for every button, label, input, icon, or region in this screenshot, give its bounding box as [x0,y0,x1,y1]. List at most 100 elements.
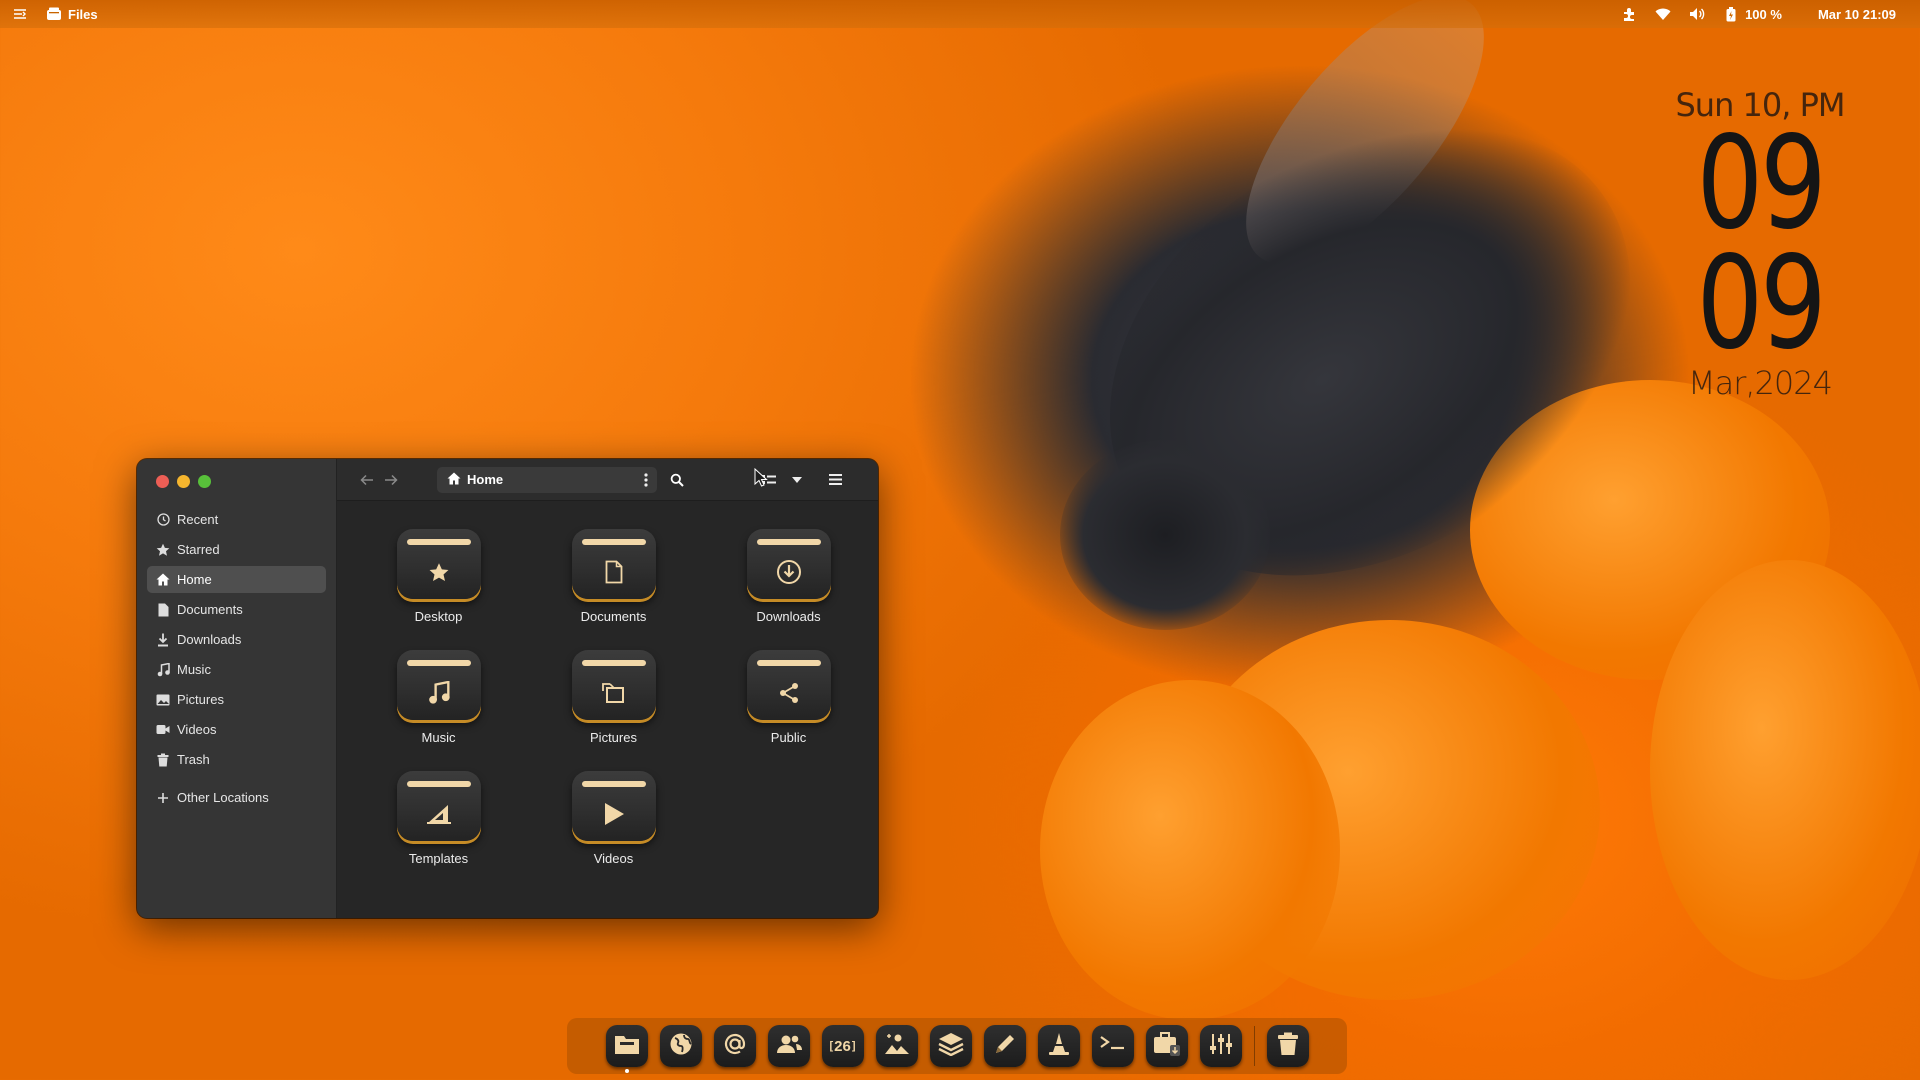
sidebar-item-home[interactable]: Home [147,566,326,593]
sidebar-item-label: Music [177,662,211,677]
folder-videos[interactable]: Videos [526,771,701,866]
sidebar-item-downloads[interactable]: Downloads [147,626,326,653]
dock-media-player[interactable] [1037,1025,1080,1067]
sidebar-item-pictures[interactable]: Pictures [147,686,326,713]
star-icon [156,543,170,557]
top-panel: Files 100 % Mar 10 21:09 [0,0,1920,28]
layers-icon [937,1032,964,1060]
sidebar-item-recent[interactable]: Recent [147,506,326,533]
folder-icon [614,1033,640,1059]
dock: [ 26 ] [567,1018,1347,1074]
dock-installer[interactable] [1145,1025,1188,1067]
dock-software[interactable] [929,1025,972,1067]
folder-label: Documents [580,609,647,624]
dock-terminal[interactable] [1091,1025,1134,1067]
cone-icon [1047,1032,1071,1060]
clock-hour: 09 [1696,109,1827,258]
calendar-date: 26 [834,1037,851,1055]
battery-icon [1723,6,1739,22]
briefcase-icon [1153,1031,1181,1061]
search-button[interactable] [663,467,691,493]
pencil-icon [993,1032,1017,1060]
document-icon [156,603,170,617]
volume-icon[interactable] [1689,6,1705,22]
path-bar[interactable]: Home [437,466,657,493]
search-icon [670,473,684,487]
window-controls [137,471,336,491]
extension-icon[interactable] [1621,6,1637,22]
folder-documents[interactable]: Documents [526,529,701,624]
dock-trash[interactable] [1266,1025,1309,1067]
sidebar-item-label: Starred [177,542,220,557]
sidebar-item-trash[interactable]: Trash [147,746,326,773]
dock-photos[interactable] [875,1025,918,1067]
wifi-icon[interactable] [1655,6,1671,22]
star-icon [397,553,481,591]
folder-label: Downloads [756,609,821,624]
close-button[interactable] [156,474,169,488]
folder-label: Videos [593,851,634,866]
download-icon [747,553,831,591]
share-icon [747,674,831,712]
battery-percent: 100 % [1745,6,1782,22]
music-icon [397,674,481,712]
path-menu-button[interactable] [635,472,657,487]
dock-contacts[interactable] [767,1025,810,1067]
minimize-button[interactable] [177,474,190,488]
folder-label: Desktop [414,609,463,624]
dock-separator [1253,1026,1255,1066]
dock-settings[interactable] [1199,1025,1242,1067]
folder-pictures[interactable]: Pictures [526,650,701,745]
at-sign-icon [722,1031,748,1061]
sliders-icon [1209,1032,1233,1060]
sidebar-item-label: Pictures [177,692,224,707]
dock-text-editor[interactable] [983,1025,1026,1067]
folder-desktop[interactable]: Desktop [351,529,526,624]
forward-button[interactable] [379,468,403,492]
app-name: Files [68,6,98,22]
dock-browser[interactable] [659,1025,702,1067]
picture-icon [572,674,656,712]
folder-public[interactable]: Public [701,650,876,745]
sidebar-item-label: Downloads [177,632,242,647]
view-options-button[interactable] [783,467,811,493]
path-current: Home [467,472,504,487]
dock-files[interactable] [605,1025,648,1073]
play-icon [572,795,656,833]
running-indicator [624,1069,629,1073]
arrow-left-icon [360,474,373,485]
maximize-button[interactable] [198,474,211,488]
picture-icon [156,693,170,707]
panel-clock[interactable]: Mar 10 21:09 [1818,7,1896,22]
folder-label: Pictures [590,730,637,745]
dock-mail[interactable] [713,1025,756,1067]
battery-indicator[interactable]: 100 % [1723,6,1782,22]
document-icon [572,553,656,591]
folder-downloads[interactable]: Downloads [701,529,876,624]
back-button[interactable] [355,468,379,492]
folder-label: Templates [408,851,469,866]
activities-icon[interactable] [12,6,28,22]
sidebar-item-videos[interactable]: Videos [147,716,326,743]
folder-music[interactable]: Music [351,650,526,745]
folder-label: Public [770,730,807,745]
sidebar-item-label: Trash [177,752,210,767]
folder-label: Music [421,730,456,745]
app-menu[interactable]: Files [46,6,98,22]
people-icon [776,1034,802,1058]
dock-calendar[interactable]: [ 26 ] [821,1025,864,1067]
home-icon [447,472,461,488]
sidebar-item-music[interactable]: Music [147,656,326,683]
music-icon [156,662,170,677]
video-icon [156,723,170,737]
sidebar-item-documents[interactable]: Documents [147,596,326,623]
mouse-cursor-icon [754,468,768,487]
sidebar-item-other-locations[interactable]: Other Locations [147,784,326,811]
files-app-icon [46,6,62,22]
folder-templates[interactable]: Templates [351,771,526,866]
folder-grid: Desktop Documents Downloads Music Pictur… [337,501,878,866]
sidebar-item-label: Recent [177,512,219,527]
sidebar-item-starred[interactable]: Starred [147,536,326,563]
sidebar-item-label: Home [177,572,212,587]
main-menu-button[interactable] [821,467,849,493]
